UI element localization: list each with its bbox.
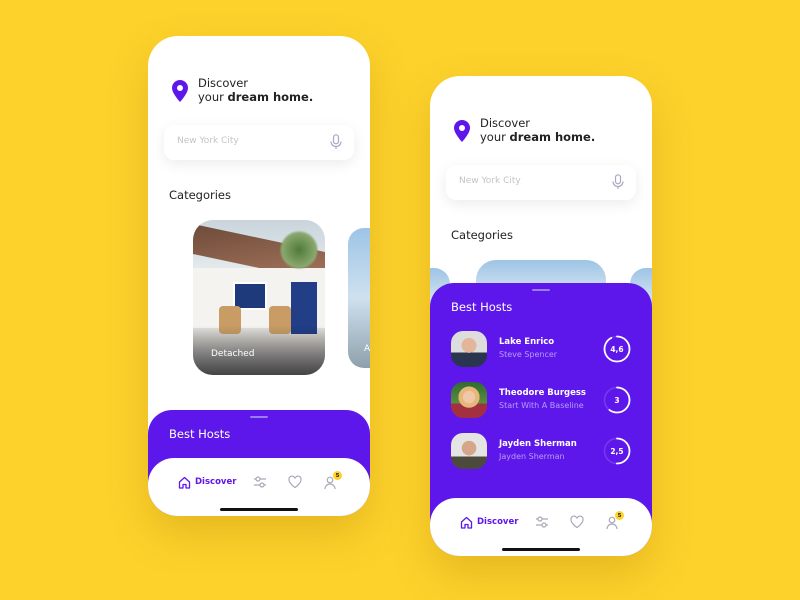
filter-icon[interactable] — [535, 515, 549, 529]
bottom-nav: Discover 5 — [148, 458, 370, 516]
host-item[interactable]: Lake Enrico Steve Spencer 4,6 — [451, 331, 641, 369]
host-subtitle: Steve Spencer — [499, 350, 558, 359]
rating-value: 4,6 — [610, 344, 624, 354]
host-rating: 4,6 — [603, 335, 631, 363]
categories-title: Categories — [169, 188, 231, 202]
microphone-icon[interactable] — [330, 134, 342, 150]
home-indicator[interactable] — [502, 548, 580, 551]
category-label: Detached — [211, 349, 255, 359]
rating-value: 2,5 — [610, 446, 624, 456]
home-icon — [178, 476, 191, 489]
search-input[interactable] — [177, 136, 317, 146]
host-avatar — [451, 382, 487, 418]
host-avatar — [451, 331, 487, 367]
home-icon — [460, 516, 473, 529]
rating-value: 3 — [614, 395, 620, 405]
heart-icon[interactable] — [288, 475, 302, 489]
notification-badge: 5 — [333, 471, 342, 480]
nav-discover[interactable]: Discover — [460, 515, 518, 529]
host-item[interactable]: Theodore Burgess Start With A Baseline 3 — [451, 382, 641, 420]
sheet-drag-handle[interactable] — [250, 416, 268, 418]
host-avatar — [451, 433, 487, 469]
category-card-next[interactable]: A — [348, 228, 370, 368]
header-line2-bold: dream home. — [509, 130, 596, 144]
category-card-detached[interactable]: Detached — [193, 220, 325, 375]
host-subtitle: Start With A Baseline — [499, 401, 584, 410]
search-input[interactable] — [459, 176, 599, 186]
best-hosts-title: Best Hosts — [169, 427, 231, 441]
search-box[interactable] — [164, 125, 354, 160]
header-line1: Discover — [198, 76, 249, 90]
map-pin-icon — [454, 120, 470, 142]
bottom-nav: Discover 5 — [430, 498, 652, 556]
nav-profile[interactable]: 5 — [324, 471, 342, 490]
home-indicator[interactable] — [220, 508, 298, 511]
filter-icon[interactable] — [253, 475, 267, 489]
host-rating: 2,5 — [603, 437, 631, 465]
header-line1: Discover — [480, 116, 531, 130]
phone-screen-best-hosts: Discover your dream home. Categories Bes… — [430, 76, 652, 556]
nav-discover-label: Discover — [195, 477, 237, 487]
nav-profile[interactable]: 5 — [606, 511, 624, 530]
header-line2: your — [198, 90, 228, 104]
host-name: Lake Enrico — [499, 337, 555, 347]
host-subtitle: Jayden Sherman — [499, 452, 565, 461]
header-title: Discover your dream home. — [198, 76, 313, 104]
best-hosts-title: Best Hosts — [451, 300, 513, 314]
microphone-icon[interactable] — [612, 174, 624, 190]
header-line2-bold: dream home. — [227, 90, 314, 104]
categories-title: Categories — [451, 228, 513, 242]
search-box[interactable] — [446, 165, 636, 200]
host-item[interactable]: Jayden Sherman Jayden Sherman 2,5 — [451, 433, 641, 471]
category-label: A — [364, 344, 370, 354]
notification-badge: 5 — [615, 511, 624, 520]
host-name: Jayden Sherman — [499, 439, 577, 449]
nav-discover-label: Discover — [477, 517, 519, 527]
host-name: Theodore Burgess — [499, 388, 586, 398]
host-rating: 3 — [603, 386, 631, 414]
header-line2: your — [480, 130, 510, 144]
phone-screen-discover: Discover your dream home. Categories Det… — [148, 36, 370, 516]
map-pin-icon — [172, 80, 188, 102]
header-title: Discover your dream home. — [480, 116, 595, 144]
sheet-drag-handle[interactable] — [532, 289, 550, 291]
nav-discover[interactable]: Discover — [178, 475, 236, 489]
heart-icon[interactable] — [570, 515, 584, 529]
